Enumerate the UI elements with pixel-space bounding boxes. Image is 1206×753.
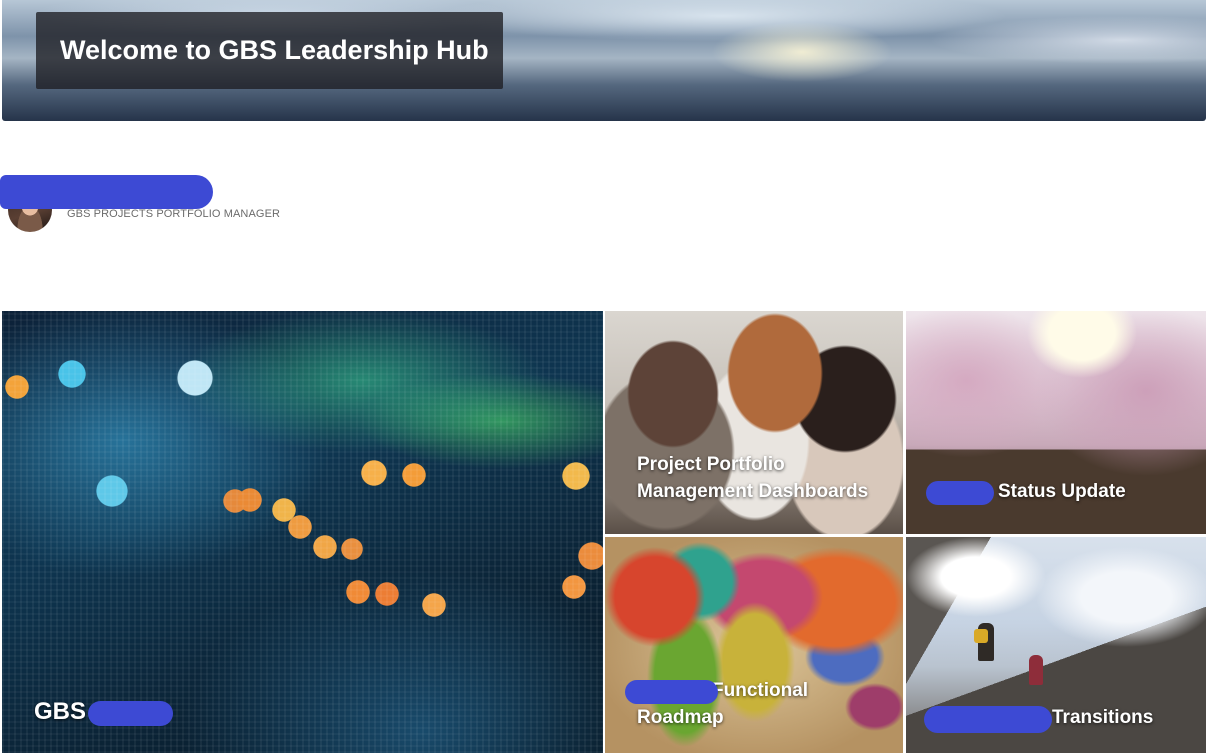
banner-title-box: Welcome to GBS Leadership Hub (36, 12, 503, 89)
climber-figure (974, 623, 994, 661)
tile-title: Status Update (998, 481, 1126, 502)
page-title: Welcome to GBS Leadership Hub (60, 35, 489, 65)
redaction-block (924, 706, 1052, 733)
tile-title: Project Portfolio Management Dashboards (637, 454, 869, 502)
redaction-block (625, 680, 718, 704)
tile-title: GBS (34, 698, 87, 725)
tile-transitions[interactable]: Transitions (906, 537, 1206, 753)
redacted-person-name[interactable] (0, 175, 213, 209)
climber-figure (1029, 655, 1043, 685)
person-role: GBS PROJECTS PORTFOLIO MANAGER (67, 208, 281, 220)
tile-status-update[interactable]: Status Update (906, 311, 1206, 534)
redaction-block (88, 701, 173, 726)
tile-image-stock-board (2, 311, 603, 753)
hero-banner: Welcome to GBS Leadership Hub (2, 0, 1206, 121)
tile-ppm-dashboards[interactable]: Project Portfolio Management Dashboards (605, 311, 903, 534)
tile-title: Transitions (1052, 707, 1154, 728)
tile-functional-roadmap[interactable]: Functional Roadmap (605, 537, 903, 753)
tile-gbs[interactable]: GBS (2, 311, 603, 753)
redaction-block (926, 481, 994, 505)
person-card[interactable]: GBS PROJECTS PORTFOLIO MANAGER (0, 172, 320, 232)
